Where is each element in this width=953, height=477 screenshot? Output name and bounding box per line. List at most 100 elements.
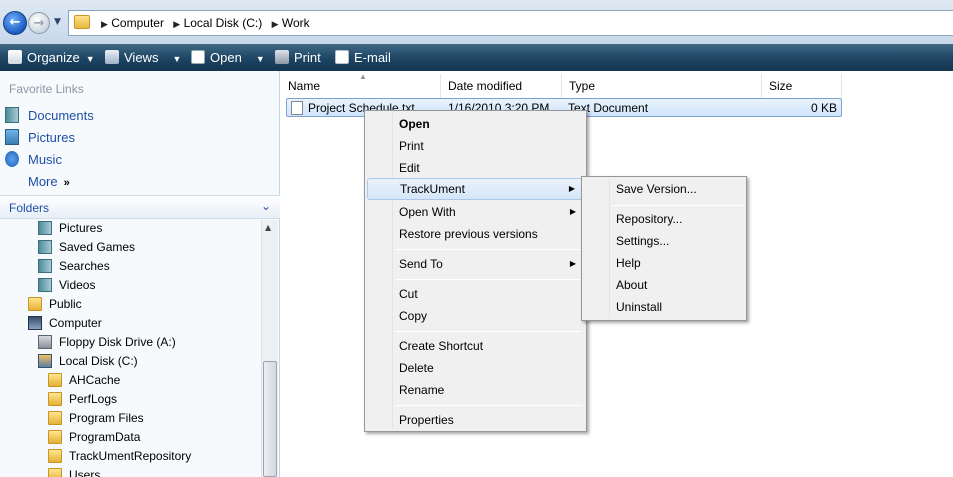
- more-link[interactable]: More»: [28, 174, 70, 189]
- scrollbar-thumb[interactable]: [263, 361, 277, 477]
- breadcrumb-computer[interactable]: Computer: [111, 16, 164, 30]
- column-header-type[interactable]: Type: [562, 74, 762, 98]
- menu-item-edit[interactable]: Edit: [367, 157, 584, 179]
- double-chevron-icon: »: [63, 177, 70, 189]
- tree-item-pictures[interactable]: Pictures: [38, 221, 102, 239]
- history-dropdown-icon[interactable]: ▼: [54, 17, 61, 27]
- column-header-size[interactable]: Size: [762, 74, 842, 98]
- library-icon: [38, 221, 52, 235]
- documents-icon: [5, 107, 19, 123]
- back-arrow-icon: ←: [9, 15, 21, 30]
- breadcrumb: ▶ Computer ▶ Local Disk (C:) ▶ Work: [95, 16, 310, 30]
- menu-separator: [395, 331, 582, 332]
- menu-separator: [395, 279, 582, 280]
- menu-item-copy[interactable]: Copy: [367, 305, 584, 327]
- tree-item-searches[interactable]: Searches: [38, 259, 110, 277]
- scroll-up-icon[interactable]: ▲: [265, 223, 271, 232]
- tree-item-ahcache[interactable]: AHCache: [48, 373, 120, 391]
- address-field[interactable]: ▶ Computer ▶ Local Disk (C:) ▶ Work: [68, 10, 953, 36]
- folders-header[interactable]: Folders ⌄: [0, 195, 280, 219]
- folder-icon: [48, 468, 62, 477]
- submenu-item-help[interactable]: Help: [584, 252, 744, 274]
- navigation-pane: Favorite Links Documents Pictures Music …: [0, 71, 280, 477]
- folder-icon: [48, 373, 62, 387]
- submenu-item-save-version[interactable]: Save Version...: [584, 178, 744, 200]
- menu-item-restore-previous-versions[interactable]: Restore previous versions: [367, 223, 584, 245]
- tree-item-programdata[interactable]: ProgramData: [48, 430, 140, 448]
- menu-item-rename[interactable]: Rename: [367, 379, 584, 401]
- tree-item-program-files[interactable]: Program Files: [48, 411, 144, 429]
- menu-item-cut[interactable]: Cut: [367, 283, 584, 305]
- folder-icon: [48, 449, 62, 463]
- tree-item-saved-games[interactable]: Saved Games: [38, 240, 135, 258]
- folder-icon: [28, 297, 42, 311]
- tree-item-local-disk[interactable]: Local Disk (C:): [38, 354, 138, 372]
- column-header-name[interactable]: ▲ Name: [281, 72, 441, 98]
- favorite-pictures[interactable]: Pictures: [5, 129, 75, 147]
- breadcrumb-local-disk[interactable]: Local Disk (C:): [184, 16, 263, 30]
- floppy-drive-icon: [38, 335, 52, 349]
- column-header-date-modified[interactable]: Date modified: [441, 74, 562, 98]
- tree-item-floppy[interactable]: Floppy Disk Drive (A:): [38, 335, 176, 353]
- printer-icon: [275, 50, 289, 64]
- chevron-down-icon: ▼: [85, 54, 95, 64]
- views-button[interactable]: Views ▼: [105, 49, 181, 67]
- tree-item-public[interactable]: Public: [28, 297, 82, 315]
- command-bar: Organize ▼ Views ▼ Open ▼ Print E-mail: [0, 44, 953, 71]
- menu-item-create-shortcut[interactable]: Create Shortcut: [367, 335, 584, 357]
- breadcrumb-separator-icon[interactable]: ▶: [173, 19, 180, 29]
- submenu-item-repository[interactable]: Repository...: [584, 208, 744, 230]
- submenu-item-settings[interactable]: Settings...: [584, 230, 744, 252]
- menu-separator: [612, 205, 744, 206]
- library-icon: [38, 259, 52, 273]
- breadcrumb-work[interactable]: Work: [282, 16, 310, 30]
- tree-item-perflogs[interactable]: PerfLogs: [48, 392, 117, 410]
- hard-disk-icon: [38, 354, 52, 368]
- submenu-item-uninstall[interactable]: Uninstall: [584, 296, 744, 318]
- open-button[interactable]: Open ▼: [191, 49, 265, 67]
- menu-item-open-with[interactable]: Open With ▶: [367, 201, 584, 223]
- chevron-down-icon: ▼: [172, 54, 182, 64]
- submenu-arrow-icon: ▶: [568, 184, 575, 193]
- submenu-item-about[interactable]: About: [584, 274, 744, 296]
- folders-scrollbar[interactable]: ▲: [261, 220, 278, 477]
- organize-button[interactable]: Organize ▼: [8, 49, 95, 67]
- menu-separator: [395, 249, 582, 250]
- file-size: 0 KB: [811, 101, 838, 115]
- favorite-music[interactable]: Music: [5, 151, 62, 169]
- folder-icon: [48, 392, 62, 406]
- pictures-icon: [5, 129, 19, 145]
- text-file-icon: [291, 101, 303, 115]
- menu-item-properties[interactable]: Properties: [367, 409, 584, 431]
- menu-item-open[interactable]: Open: [367, 113, 584, 135]
- music-icon: [5, 151, 19, 167]
- folder-icon: [48, 430, 62, 444]
- menu-item-print[interactable]: Print: [367, 135, 584, 157]
- envelope-icon: [335, 50, 349, 64]
- folder-icon: [48, 411, 62, 425]
- library-icon: [38, 240, 52, 254]
- chevron-down-icon: ▼: [255, 54, 265, 64]
- chevron-down-icon: ⌄: [261, 199, 272, 213]
- breadcrumb-separator-icon[interactable]: ▶: [101, 19, 108, 29]
- forward-button[interactable]: →: [28, 12, 50, 34]
- print-button[interactable]: Print: [275, 49, 321, 67]
- back-button[interactable]: ←: [3, 11, 27, 35]
- context-menu: Open Print Edit TrackUment ▶ Open With ▶…: [364, 110, 587, 432]
- tree-item-computer[interactable]: Computer: [28, 316, 102, 334]
- menu-item-delete[interactable]: Delete: [367, 357, 584, 379]
- favorite-links-title: Favorite Links: [9, 82, 84, 96]
- trackument-submenu: Save Version... Repository... Settings..…: [581, 176, 747, 321]
- tree-item-users[interactable]: Users: [48, 468, 100, 477]
- submenu-arrow-icon: ▶: [569, 207, 576, 216]
- tree-item-videos[interactable]: Videos: [38, 278, 95, 296]
- tree-item-trackument-repository[interactable]: TrackUmentRepository: [48, 449, 191, 467]
- address-bar: ← → ▼ ▶ Computer ▶ Local Disk (C:) ▶ Wor…: [0, 0, 953, 44]
- menu-item-trackument[interactable]: TrackUment ▶: [367, 178, 584, 200]
- organize-icon: [8, 50, 22, 64]
- computer-icon: [28, 316, 42, 330]
- favorite-documents[interactable]: Documents: [5, 107, 94, 125]
- menu-item-send-to[interactable]: Send To ▶: [367, 253, 584, 275]
- breadcrumb-separator-icon[interactable]: ▶: [272, 19, 279, 29]
- document-icon: [191, 50, 205, 64]
